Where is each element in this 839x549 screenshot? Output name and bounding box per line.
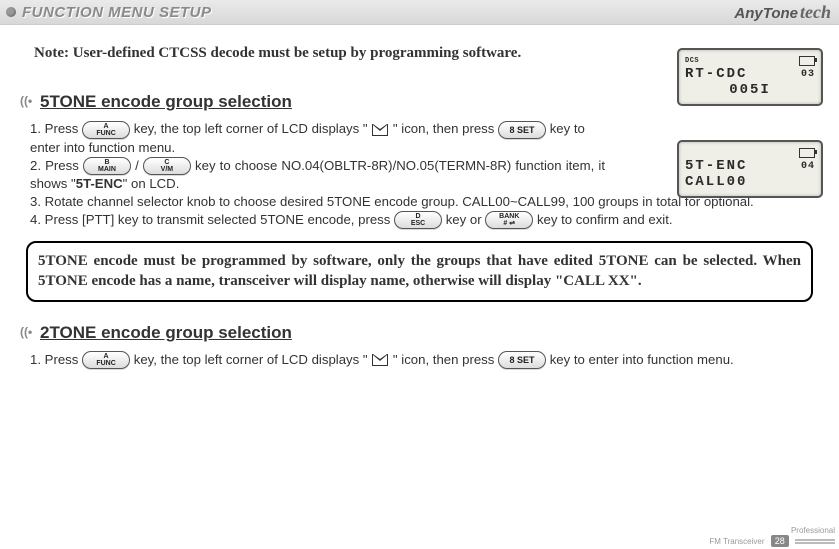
lcd2-num: 04 bbox=[801, 161, 815, 172]
lcd2-line2: CALL00 bbox=[685, 174, 747, 190]
text: 4. Press [PTT] key to transmit selected … bbox=[30, 212, 394, 227]
header-bar: FUNCTION MENU SETUP AnyTone tech bbox=[0, 0, 839, 25]
bank-key-button: BANK # ⇌ bbox=[485, 211, 533, 229]
header-bullet-icon bbox=[6, 7, 16, 17]
step-4: 4. Press [PTT] key to transmit selected … bbox=[30, 211, 813, 230]
text: " on LCD. bbox=[123, 176, 180, 191]
text: key or bbox=[446, 212, 486, 227]
text: key, the top left corner of LCD displays… bbox=[134, 121, 368, 136]
step-3: 3. Rotate channel selector knob to choos… bbox=[30, 193, 790, 211]
section-2tone-title: 2TONE encode group selection bbox=[26, 322, 813, 345]
text: key to enter into function menu. bbox=[550, 352, 734, 367]
main-key-button: B MAIN bbox=[83, 157, 131, 175]
footer-line2: FM Transceiver bbox=[709, 537, 764, 546]
footer-line1: Professional bbox=[791, 526, 835, 535]
boxed-note: 5TONE encode must be programmed by softw… bbox=[26, 241, 813, 302]
brand-name: AnyTone bbox=[734, 5, 798, 22]
step-1: 1. Press A FUNC key, the top left corner… bbox=[30, 120, 605, 156]
page-number: 28 bbox=[771, 535, 789, 547]
text: 1. Press bbox=[30, 352, 82, 367]
bold-5tenc: 5T-ENC bbox=[76, 176, 123, 191]
text: " icon, then press bbox=[393, 121, 498, 136]
step-2: 2. Press B MAIN / C V/M key to choose NO… bbox=[30, 157, 605, 193]
vm-key-button: C V/M bbox=[143, 157, 191, 175]
lcd-display-2: 5T-ENC 04 CALL00 bbox=[677, 140, 823, 198]
text: key, the top left corner of LCD displays… bbox=[134, 352, 368, 367]
mail-icon bbox=[372, 354, 388, 366]
func-key-button: A FUNC bbox=[82, 351, 130, 369]
text: key to confirm and exit. bbox=[537, 212, 673, 227]
brand-suffix: tech bbox=[800, 2, 831, 23]
mail-icon bbox=[372, 124, 388, 136]
func-key-button: A FUNC bbox=[82, 121, 130, 139]
lcd1-dcs-label: DCS bbox=[685, 57, 699, 65]
step-1: 1. Press A FUNC key, the top left corner… bbox=[30, 351, 813, 370]
page-footer: Professional FM Transceiver 28 bbox=[709, 526, 835, 547]
text: / bbox=[135, 158, 143, 173]
lcd2-line1: 5T-ENC bbox=[685, 158, 747, 174]
section-2tone-steps: 1. Press A FUNC key, the top left corner… bbox=[30, 351, 813, 370]
lcd1-line1: RT-CDC bbox=[685, 66, 747, 82]
battery-icon bbox=[799, 148, 815, 158]
text: 1. Press bbox=[30, 121, 82, 136]
lcd1-num: 03 bbox=[801, 69, 815, 80]
brand-logo: AnyTone tech bbox=[734, 2, 831, 23]
section-5tone-title: 5TONE encode group selection bbox=[26, 91, 813, 114]
header-title: FUNCTION MENU SETUP bbox=[22, 4, 212, 21]
set8-key-button: 8 SET bbox=[498, 121, 546, 139]
battery-icon bbox=[799, 56, 815, 66]
esc-key-button: D ESC bbox=[394, 211, 442, 229]
text: " icon, then press bbox=[393, 352, 498, 367]
text: 2. Press bbox=[30, 158, 83, 173]
set8-key-button: 8 SET bbox=[498, 351, 546, 369]
footer-rule-icon bbox=[795, 539, 835, 544]
